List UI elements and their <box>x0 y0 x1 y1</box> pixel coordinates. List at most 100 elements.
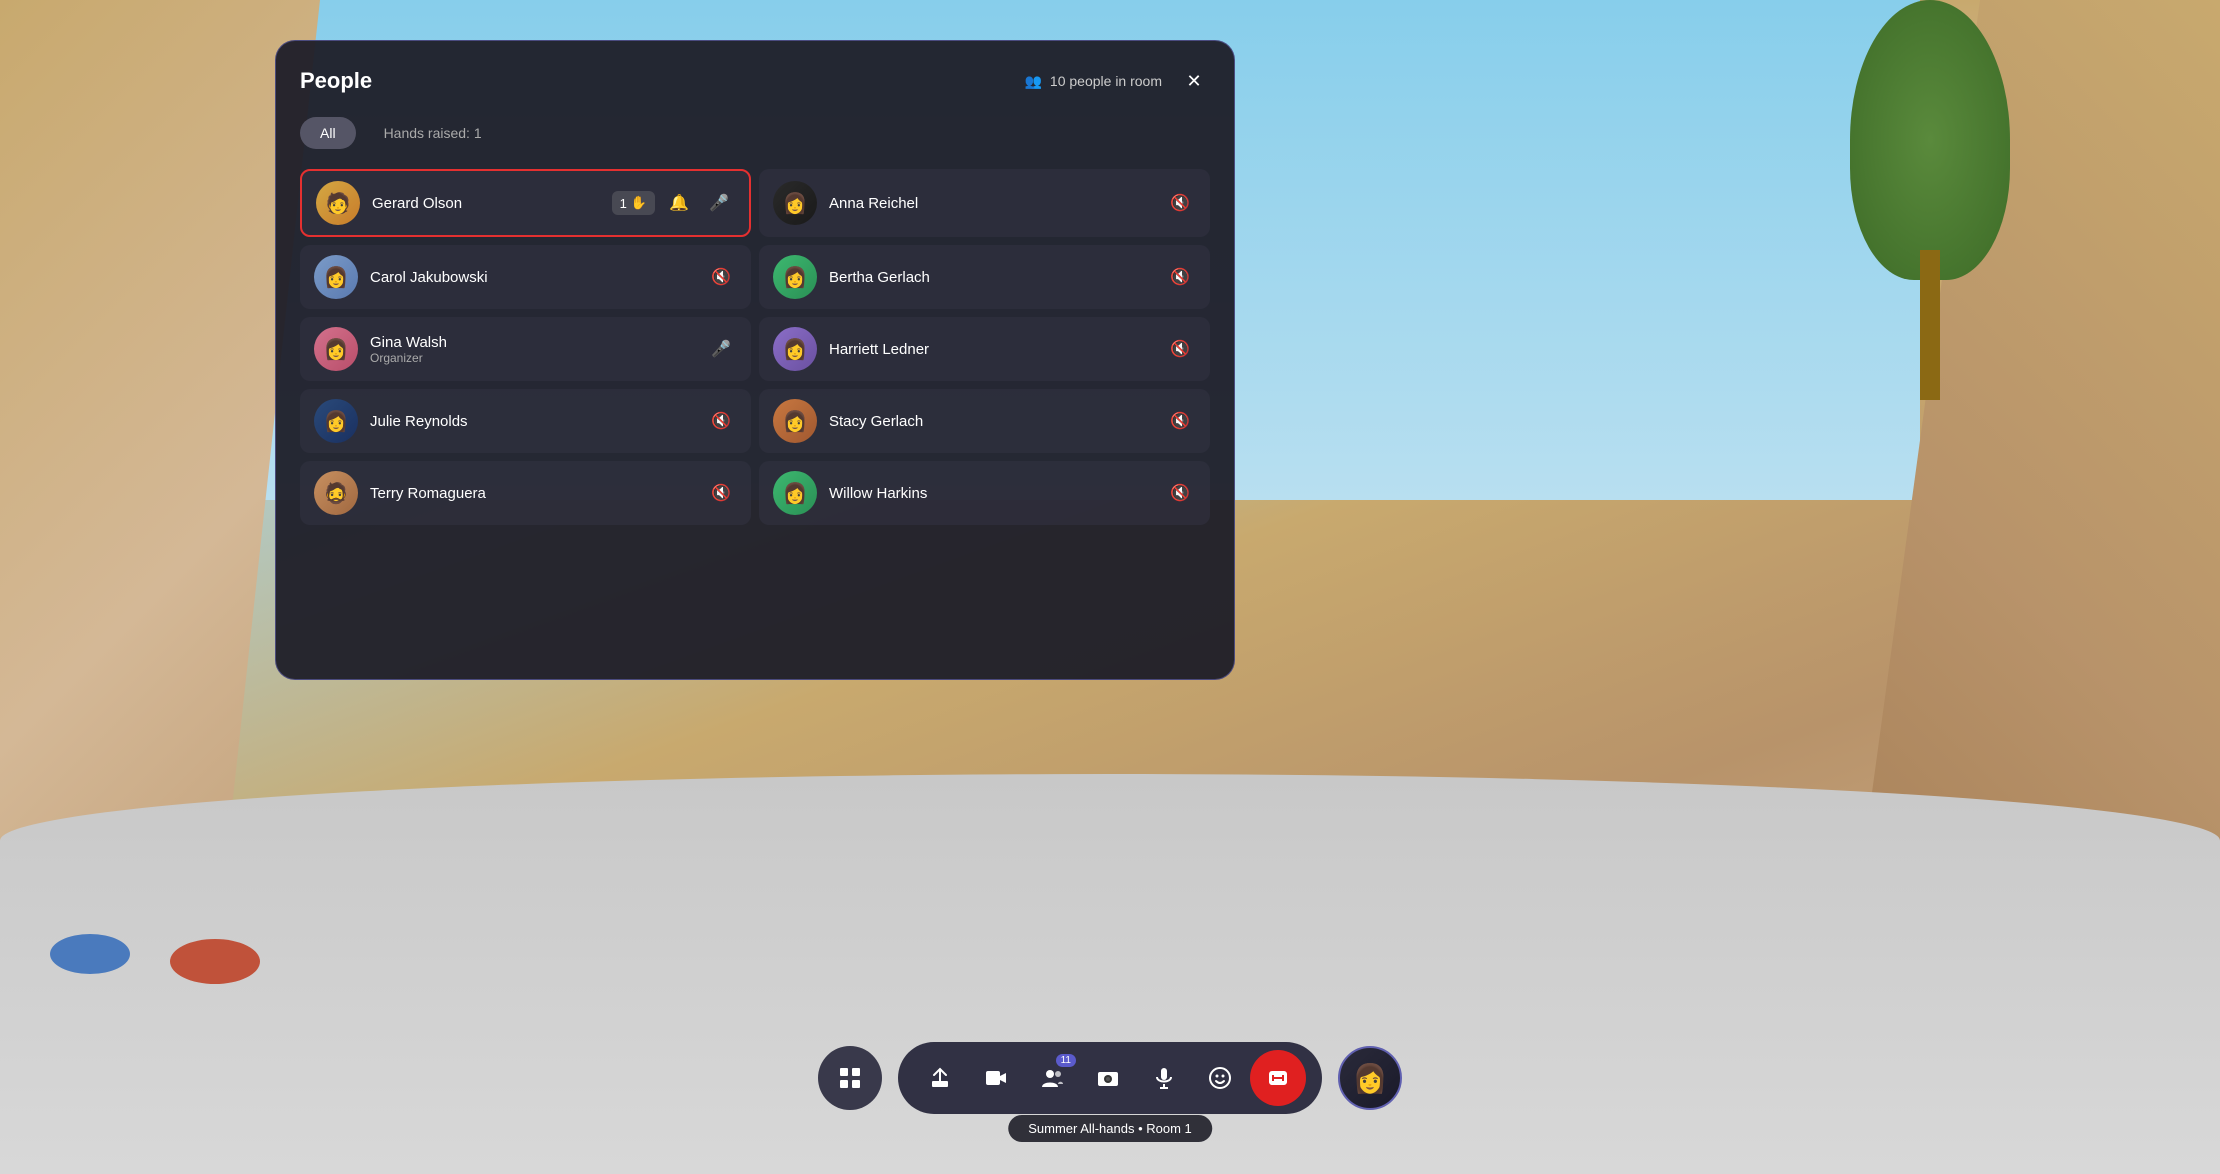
toolbar: 11 <box>818 1042 1402 1114</box>
avatar-emoji-stacy: 👩 <box>783 409 808 434</box>
people-count-text: 10 people in room <box>1050 73 1162 89</box>
person-role-gina: Organizer <box>370 351 693 365</box>
emoji-icon <box>1209 1067 1231 1089</box>
avatar-julie: 👩 <box>314 399 358 443</box>
person-name-gina: Gina Walsh <box>370 334 693 351</box>
self-avatar-emoji: 👩 <box>1353 1062 1388 1095</box>
person-actions-stacy: 🔇 <box>1164 405 1196 437</box>
avatar-emoji-terry: 🧔 <box>324 481 349 506</box>
avatar-gina: 👩 <box>314 327 358 371</box>
pouf-red <box>170 939 260 984</box>
end-call-button[interactable] <box>1250 1050 1306 1106</box>
avatar-gerard: 🧑 <box>316 181 360 225</box>
camera-button[interactable] <box>1082 1052 1134 1104</box>
avatar-emoji-gerard: 🧑 <box>326 191 351 216</box>
mic-btn-gerard[interactable]: 🎤 <box>703 187 735 219</box>
mic-btn-terry[interactable]: 🔇 <box>705 477 737 509</box>
video-button[interactable] <box>970 1052 1022 1104</box>
mic-btn-bertha[interactable]: 🔇 <box>1164 261 1196 293</box>
hand-badge-gerard: 1 ✋ <box>612 191 655 215</box>
person-info-gina: Gina Walsh Organizer <box>370 334 693 365</box>
avatar-emoji-carol: 👩 <box>324 265 349 290</box>
session-label: Summer All-hands • Room 1 <box>1008 1115 1212 1142</box>
avatar-emoji-willow: 👩 <box>783 481 808 506</box>
person-actions-gina: 🎤 <box>705 333 737 365</box>
mic-btn-carol[interactable]: 🔇 <box>705 261 737 293</box>
person-name-harriett: Harriett Ledner <box>829 341 1152 358</box>
mic-btn-gina[interactable]: 🎤 <box>705 333 737 365</box>
people-icon: 👥 <box>1024 73 1041 90</box>
avatar-emoji-gina: 👩 <box>324 337 349 362</box>
participants-icon <box>1041 1067 1063 1089</box>
participants-count: 11 <box>1056 1054 1076 1067</box>
avatar-willow: 👩 <box>773 471 817 515</box>
avatar-bertha: 👩 <box>773 255 817 299</box>
person-actions-julie: 🔇 <box>705 405 737 437</box>
share-icon <box>929 1067 951 1089</box>
grid-icon <box>839 1067 861 1089</box>
avatar-anna: 👩 <box>773 181 817 225</box>
person-name-anna: Anna Reichel <box>829 195 1152 212</box>
tree-top <box>1850 0 2010 280</box>
person-info-bertha: Bertha Gerlach <box>829 269 1152 286</box>
person-actions-anna: 🔇 <box>1164 187 1196 219</box>
person-info-julie: Julie Reynolds <box>370 413 693 430</box>
person-actions-harriett: 🔇 <box>1164 333 1196 365</box>
avatar-emoji-anna: 👩 <box>783 191 808 216</box>
avatar-stacy: 👩 <box>773 399 817 443</box>
avatar-terry: 🧔 <box>314 471 358 515</box>
person-row-stacy: 👩 Stacy Gerlach 🔇 <box>759 389 1210 453</box>
pouf-blue <box>50 934 130 974</box>
floor <box>0 774 2220 1174</box>
tab-hands-raised[interactable]: Hands raised: 1 <box>364 117 502 149</box>
avatar-emoji-bertha: 👩 <box>783 265 808 290</box>
mic-button[interactable] <box>1138 1052 1190 1104</box>
participants-button[interactable]: 11 <box>1026 1052 1078 1104</box>
grid-button[interactable] <box>818 1046 882 1110</box>
people-panel: People 👥 10 people in room ✕ All Hands r… <box>275 40 1235 680</box>
mic-btn-willow[interactable]: 🔇 <box>1164 477 1196 509</box>
share-button[interactable] <box>914 1052 966 1104</box>
people-count-badge: 👥 10 people in room <box>1024 73 1162 90</box>
person-row-terry: 🧔 Terry Romaguera 🔇 <box>300 461 751 525</box>
person-info-gerard: Gerard Olson <box>372 195 600 212</box>
person-name-julie: Julie Reynolds <box>370 413 693 430</box>
self-avatar[interactable]: 👩 <box>1338 1046 1402 1110</box>
person-info-stacy: Stacy Gerlach <box>829 413 1152 430</box>
person-actions-gerard: 1 ✋ 🔔 🎤 <box>612 187 735 219</box>
person-name-carol: Carol Jakubowski <box>370 269 693 286</box>
camera-icon <box>1097 1067 1119 1089</box>
person-row-bertha: 👩 Bertha Gerlach 🔇 <box>759 245 1210 309</box>
video-icon <box>985 1067 1007 1089</box>
panel-title: People <box>300 68 372 94</box>
mic-btn-julie[interactable]: 🔇 <box>705 405 737 437</box>
person-name-gerard: Gerard Olson <box>372 195 600 212</box>
person-info-willow: Willow Harkins <box>829 485 1152 502</box>
emoji-button[interactable] <box>1194 1052 1246 1104</box>
mic-btn-anna[interactable]: 🔇 <box>1164 187 1196 219</box>
hand-count-gerard: 1 <box>620 196 627 211</box>
tree-trunk <box>1920 250 1940 400</box>
person-row-harriett: 👩 Harriett Ledner 🔇 <box>759 317 1210 381</box>
tree <box>1840 0 2020 400</box>
person-row-julie: 👩 Julie Reynolds 🔇 <box>300 389 751 453</box>
person-actions-willow: 🔇 <box>1164 477 1196 509</box>
mic-btn-stacy[interactable]: 🔇 <box>1164 405 1196 437</box>
person-name-willow: Willow Harkins <box>829 485 1152 502</box>
notification-btn-gerard[interactable]: 🔔 <box>663 187 695 219</box>
mic-icon <box>1153 1067 1175 1089</box>
people-grid: 🧑 Gerard Olson 1 ✋ 🔔 🎤 👩 Anna Reichel <box>300 169 1210 525</box>
avatar-emoji-harriett: 👩 <box>783 337 808 362</box>
close-button[interactable]: ✕ <box>1178 65 1210 97</box>
person-info-terry: Terry Romaguera <box>370 485 693 502</box>
person-row-willow: 👩 Willow Harkins 🔇 <box>759 461 1210 525</box>
mic-btn-harriett[interactable]: 🔇 <box>1164 333 1196 365</box>
toolbar-main: 11 <box>898 1042 1322 1114</box>
person-info-anna: Anna Reichel <box>829 195 1152 212</box>
panel-header-right: 👥 10 people in room ✕ <box>1024 65 1210 97</box>
avatar-emoji-julie: 👩 <box>324 409 349 434</box>
person-name-terry: Terry Romaguera <box>370 485 693 502</box>
person-row-anna: 👩 Anna Reichel 🔇 <box>759 169 1210 237</box>
person-actions-bertha: 🔇 <box>1164 261 1196 293</box>
tab-all[interactable]: All <box>300 117 356 149</box>
